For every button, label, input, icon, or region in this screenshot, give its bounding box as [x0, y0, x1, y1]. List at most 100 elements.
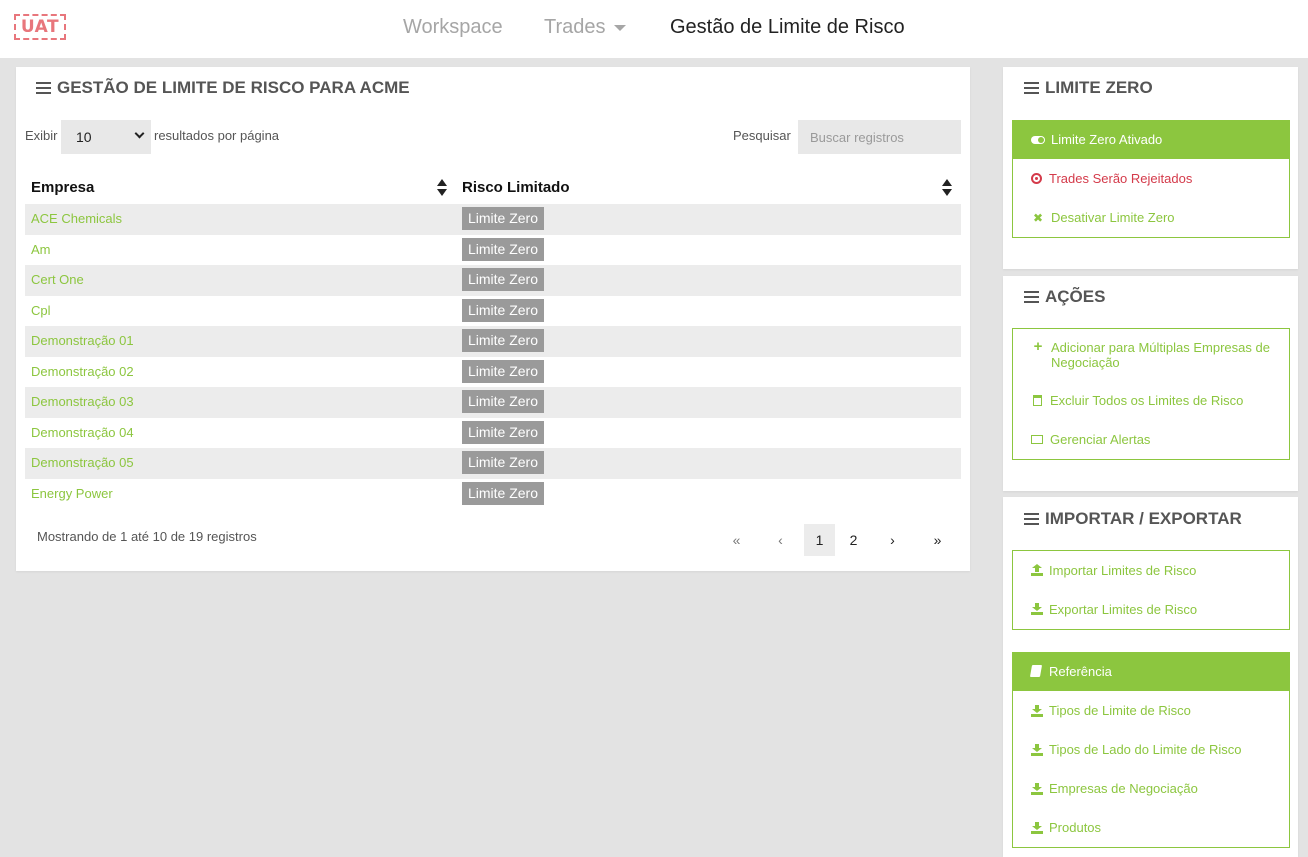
- nav-current-page[interactable]: Gestão de Limite de Risco: [670, 16, 905, 39]
- sort-icon[interactable]: [942, 179, 952, 197]
- envelope-icon: [1031, 435, 1043, 444]
- table-row: Demonstração 02 Limite Zero: [25, 357, 961, 388]
- actions-title-text: AÇÕES: [1045, 287, 1106, 306]
- risk-badge: Limite Zero: [462, 268, 544, 291]
- reference-item-label: Empresas de Negociação: [1049, 781, 1198, 796]
- reference-item-label: Produtos: [1049, 820, 1102, 835]
- trades-rejected-item: Trades Serão Rejeitados: [1012, 159, 1290, 199]
- close-icon: ✖: [1032, 210, 1044, 225]
- reference-products[interactable]: Produtos: [1012, 808, 1290, 848]
- menu-icon: [36, 82, 51, 94]
- risk-badge: Limite Zero: [462, 390, 544, 413]
- reference-header: Referência: [1012, 652, 1290, 691]
- pagination-page-1[interactable]: 1: [804, 524, 835, 556]
- panel-title: GESTÃO DE LIMITE DE RISCO PARA ACME: [36, 78, 410, 98]
- company-link[interactable]: Am: [31, 242, 51, 257]
- limit-zero-status-button[interactable]: Limite Zero Ativado: [1012, 120, 1290, 159]
- reference-risk-limit-side-types[interactable]: Tipos de Lado do Limite de Risco: [1012, 730, 1290, 770]
- deactivate-limit-zero-button[interactable]: ✖ Desativar Limite Zero: [1012, 198, 1290, 238]
- table-row: Cert One Limite Zero: [25, 265, 961, 296]
- plus-icon: +: [1033, 338, 1043, 355]
- pagination-next-button[interactable]: ›: [877, 524, 908, 556]
- add-multiple-companies-button[interactable]: + Adicionar para Múltiplas Empresas de Ne…: [1012, 328, 1290, 382]
- search-input[interactable]: [798, 120, 961, 154]
- pagination-prev-button[interactable]: ‹: [765, 524, 796, 556]
- risk-badge: Limite Zero: [462, 207, 544, 230]
- menu-icon: [1024, 513, 1039, 525]
- per-page-label: resultados por página: [154, 128, 280, 143]
- page-size-value: 10: [76, 129, 92, 145]
- risk-badge: Limite Zero: [462, 329, 544, 352]
- nav-trades[interactable]: Trades: [544, 16, 626, 39]
- search-label: Pesquisar: [733, 128, 791, 143]
- manage-alerts-button[interactable]: Gerenciar Alertas: [1012, 420, 1290, 460]
- records-summary: Mostrando de 1 até 10 de 19 registros: [37, 529, 257, 544]
- risk-badge: Limite Zero: [462, 481, 544, 505]
- table-row: Demonstração 03 Limite Zero: [25, 387, 961, 418]
- import-export-title: IMPORTAR / EXPORTAR: [1024, 509, 1242, 529]
- import-limits-button[interactable]: Importar Limites de Risco: [1012, 550, 1290, 590]
- menu-icon: [1024, 82, 1039, 94]
- deactivate-limit-zero-label: Desativar Limite Zero: [1051, 210, 1175, 225]
- pagination-page-2[interactable]: 2: [838, 524, 869, 556]
- download-icon: [1031, 704, 1043, 717]
- company-link[interactable]: Cert One: [31, 272, 84, 287]
- companies-table: ACE Chemicals Limite Zero Am Limite Zero…: [25, 204, 961, 509]
- risk-badge: Limite Zero: [462, 237, 544, 261]
- sort-icon[interactable]: [437, 179, 447, 197]
- uat-logo[interactable]: UAT: [14, 14, 66, 40]
- delete-all-limits-label: Excluir Todos os Limites de Risco: [1050, 393, 1244, 408]
- reference-risk-limit-types[interactable]: Tipos de Limite de Risco: [1012, 691, 1290, 731]
- limit-zero-title: LIMITE ZERO: [1024, 78, 1153, 98]
- table-row: Demonstração 01 Limite Zero: [25, 326, 961, 357]
- pagination-last-button[interactable]: »: [922, 524, 953, 556]
- download-icon: [1031, 782, 1043, 795]
- company-link[interactable]: ACE Chemicals: [31, 211, 122, 226]
- table-row: ACE Chemicals Limite Zero: [25, 204, 961, 235]
- page-size-select[interactable]: 10: [61, 120, 151, 154]
- panel-title-text: GESTÃO DE LIMITE DE RISCO PARA ACME: [57, 78, 410, 97]
- trash-icon: [1033, 395, 1042, 406]
- delete-all-limits-button[interactable]: Excluir Todos os Limites de Risco: [1012, 381, 1290, 421]
- upload-icon: [1031, 564, 1043, 576]
- limit-zero-status-label: Limite Zero Ativado: [1051, 132, 1163, 147]
- nav-workspace[interactable]: Workspace: [403, 16, 503, 39]
- company-link[interactable]: Demonstração 04: [31, 425, 134, 440]
- circle-x-icon: [1031, 173, 1042, 184]
- actions-title: AÇÕES: [1024, 287, 1105, 307]
- top-navbar: UAT Workspace Trades Gestão de Limite de…: [0, 0, 1308, 58]
- table-row: Cpl Limite Zero: [25, 296, 961, 327]
- risk-badge: Limite Zero: [462, 359, 544, 383]
- table-row: Am Limite Zero: [25, 235, 961, 266]
- column-header-company[interactable]: Empresa: [31, 179, 94, 196]
- company-link[interactable]: Demonstração 05: [31, 455, 134, 470]
- company-link[interactable]: Demonstração 03: [31, 394, 134, 409]
- add-multiple-companies-label: Adicionar para Múltiplas Empresas de Neg…: [1051, 340, 1270, 370]
- import-limits-label: Importar Limites de Risco: [1049, 562, 1197, 578]
- menu-icon: [1024, 291, 1039, 303]
- table-row: Demonstração 04 Limite Zero: [25, 418, 961, 449]
- manage-alerts-label: Gerenciar Alertas: [1050, 432, 1151, 447]
- company-link[interactable]: Energy Power: [31, 486, 113, 501]
- nav-trades-label: Trades: [544, 16, 606, 38]
- download-icon: [1031, 603, 1043, 615]
- trades-rejected-label: Trades Serão Rejeitados: [1049, 171, 1193, 186]
- caret-down-icon: [613, 24, 626, 31]
- reference-item-label: Tipos de Limite de Risco: [1049, 703, 1191, 718]
- book-icon: [1029, 665, 1043, 677]
- company-link[interactable]: Cpl: [31, 303, 51, 318]
- download-icon: [1031, 821, 1043, 834]
- export-limits-label: Exportar Limites de Risco: [1049, 601, 1198, 617]
- toggle-on-icon: [1031, 135, 1045, 144]
- risk-badge: Limite Zero: [462, 298, 544, 322]
- chevron-down-icon: [134, 128, 145, 139]
- limit-zero-title-text: LIMITE ZERO: [1045, 78, 1153, 97]
- company-link[interactable]: Demonstração 01: [31, 333, 134, 348]
- column-header-risk[interactable]: Risco Limitado: [462, 179, 570, 196]
- download-icon: [1031, 743, 1043, 756]
- company-link[interactable]: Demonstração 02: [31, 364, 134, 379]
- export-limits-button[interactable]: Exportar Limites de Risco: [1012, 589, 1290, 630]
- pagination-first-button[interactable]: «: [721, 524, 752, 556]
- risk-badge: Limite Zero: [462, 451, 544, 474]
- reference-trading-companies[interactable]: Empresas de Negociação: [1012, 769, 1290, 809]
